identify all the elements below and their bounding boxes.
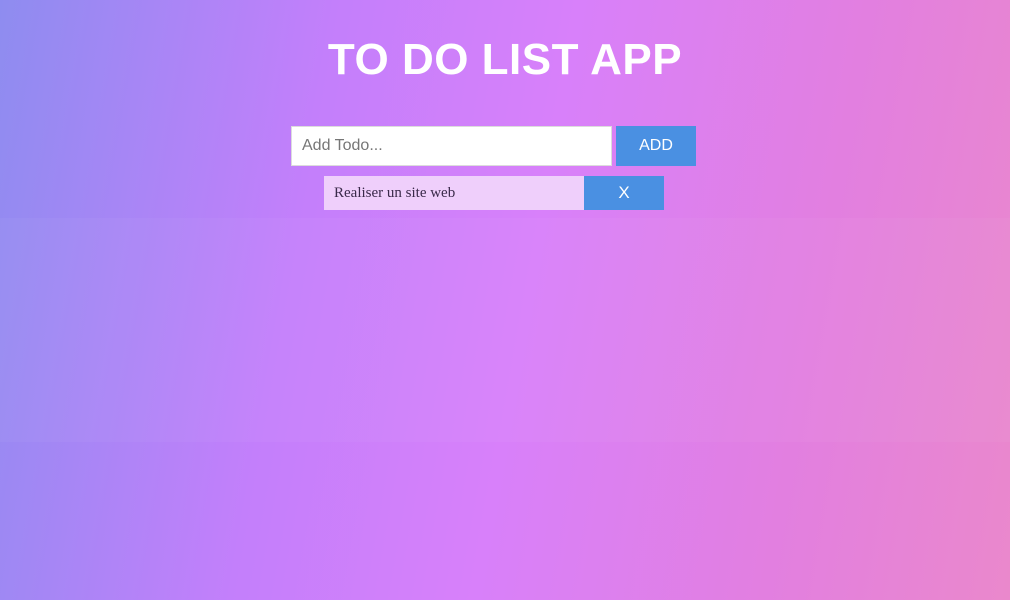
delete-button[interactable]: X	[584, 176, 664, 210]
page-title: TO DO LIST APP	[327, 35, 683, 84]
todo-form: ADD	[291, 126, 697, 166]
todo-list: Realiser un site web X	[324, 176, 664, 216]
todo-input[interactable]	[291, 126, 612, 166]
background-band	[0, 218, 1010, 442]
todo-item-text: Realiser un site web	[324, 176, 584, 210]
list-item: Realiser un site web X	[324, 176, 664, 210]
add-button[interactable]: ADD	[616, 126, 696, 166]
